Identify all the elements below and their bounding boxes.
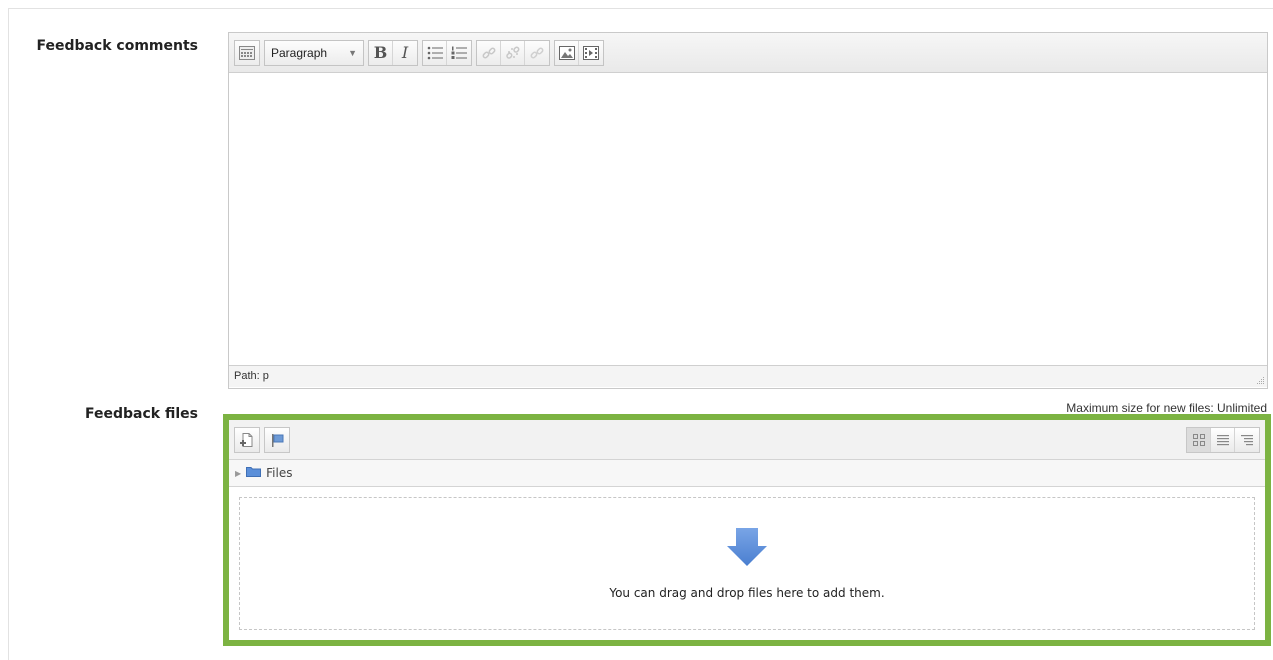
file-drop-zone[interactable]: You can drag and drop files here to add … — [239, 497, 1255, 630]
editor-content-area[interactable] — [229, 73, 1267, 365]
page-top-border — [8, 8, 1273, 9]
view-list-button[interactable] — [1211, 427, 1235, 452]
bold-icon: B — [373, 43, 388, 62]
list-group — [422, 39, 472, 66]
folder-icon — [246, 466, 262, 480]
chevron-down-icon: ▼ — [348, 47, 357, 58]
create-folder-button[interactable] — [264, 426, 290, 453]
insert-image-button[interactable] — [555, 40, 579, 65]
link-group — [476, 39, 550, 66]
image-icon — [558, 45, 575, 60]
page-left-border — [8, 8, 9, 660]
paragraph-format-select[interactable]: Paragraph ▼ — [264, 39, 364, 66]
feedback-files-label: Feedback files — [85, 406, 198, 422]
numbered-list-button[interactable] — [447, 41, 471, 65]
down-arrow-icon — [727, 528, 767, 566]
path-folder-link[interactable]: Files — [266, 466, 292, 480]
file-manager-highlight: ▶ Files You can drag and drop files here… — [223, 414, 1271, 646]
numbered-list-icon — [451, 46, 467, 59]
bullet-list-icon — [427, 46, 443, 59]
create-folder-icon — [272, 433, 284, 447]
resize-grip-icon[interactable] — [1255, 375, 1265, 385]
toolbar-toggle-group — [234, 39, 260, 66]
editor-toolbar: Paragraph ▼ B I — [229, 33, 1267, 73]
paragraph-format-value: Paragraph — [271, 45, 328, 60]
media-group — [554, 39, 604, 66]
italic-icon: I — [401, 43, 409, 62]
feedback-comments-label: Feedback comments — [36, 38, 198, 54]
add-file-button[interactable] — [234, 426, 260, 453]
view-mode-switcher — [1186, 426, 1260, 453]
anchor-button[interactable] — [525, 41, 549, 65]
file-manager-path: ▶ Files — [229, 460, 1265, 487]
editor-status-bar: Path: p — [229, 365, 1267, 387]
text-style-group: B I — [368, 39, 418, 66]
list-view-icon — [1216, 434, 1229, 445]
drop-instructions: You can drag and drop files here to add … — [609, 586, 885, 600]
max-file-size-note: Maximum size for new files: Unlimited — [1066, 401, 1267, 415]
grid-view-icon — [1192, 433, 1205, 446]
bullet-list-button[interactable] — [423, 40, 447, 65]
tree-view-icon — [1241, 434, 1253, 445]
anchor-icon — [530, 47, 544, 58]
file-manager-toolbar — [229, 420, 1265, 460]
feedback-comments-editor: Paragraph ▼ B I Path: p — [228, 32, 1268, 389]
link-button[interactable] — [477, 40, 501, 65]
file-manager: ▶ Files You can drag and drop files here… — [229, 420, 1265, 640]
toolbar-toggle-icon[interactable] — [235, 41, 259, 65]
editor-path: Path: p — [234, 370, 269, 382]
unlink-icon — [505, 46, 519, 59]
insert-media-button[interactable] — [579, 41, 603, 65]
view-tree-button[interactable] — [1235, 427, 1259, 452]
expand-triangle-icon[interactable]: ▶ — [235, 469, 241, 478]
unlink-button[interactable] — [501, 40, 525, 65]
link-icon — [482, 47, 495, 58]
media-icon — [583, 45, 599, 60]
view-icons-button[interactable] — [1187, 427, 1211, 452]
add-file-icon — [240, 432, 253, 447]
bold-button[interactable]: B — [369, 40, 393, 65]
italic-button[interactable]: I — [393, 41, 417, 65]
